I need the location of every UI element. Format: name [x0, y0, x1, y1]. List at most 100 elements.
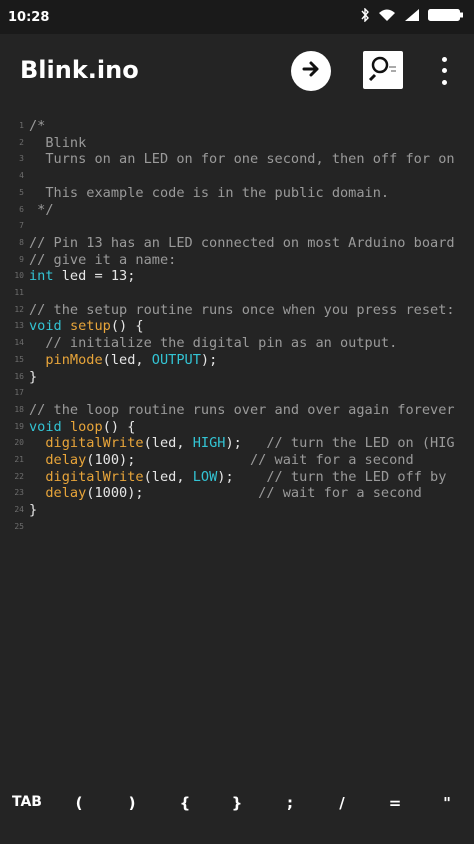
- wifi-icon: [378, 8, 396, 26]
- code-token: delay: [45, 485, 87, 502]
- code-token: setup: [69, 318, 111, 335]
- code-text: Blink: [29, 135, 86, 152]
- code-token: int: [29, 268, 54, 285]
- code-text: void setup() {: [29, 318, 144, 335]
- code-line: 24}: [0, 502, 474, 519]
- code-text: }: [29, 369, 37, 386]
- code-line: 11: [0, 285, 474, 302]
- code-token: void: [29, 418, 62, 435]
- code-token: led = 13;: [53, 268, 136, 285]
- code-token: // wait for a second: [258, 485, 422, 502]
- code-text: /*: [29, 118, 45, 135]
- code-line: 16}: [0, 369, 474, 386]
- search-icon: [368, 55, 398, 85]
- code-line: 18 // the loop routine runs over and over…: [0, 402, 474, 419]
- code-token: Blink: [29, 134, 87, 151]
- line-number: 24: [14, 505, 24, 515]
- code-token: // turn the LED on (HIG: [266, 435, 455, 452]
- line-number: 5: [19, 187, 24, 197]
- code-text: This example code is in the public domai…: [29, 185, 389, 202]
- code-text: void loop() {: [29, 419, 135, 436]
- battery-icon: [428, 8, 464, 26]
- code-text: delay(100); // wait for a second: [29, 452, 413, 469]
- code-line: 25: [0, 519, 474, 536]
- key-close-paren[interactable]: ): [117, 794, 147, 812]
- code-line: 20 digitalWrite(led, HIGH); // turn the …: [0, 435, 474, 452]
- key-double-quote[interactable]: ": [432, 794, 462, 812]
- code-text: int led = 13;: [29, 268, 135, 285]
- line-number: 19: [14, 421, 24, 431]
- code-text: */: [29, 202, 53, 219]
- line-number: 17: [14, 388, 24, 398]
- code-text: // initialize the digital pin as an outp…: [29, 335, 397, 352]
- code-token: }: [29, 368, 38, 385]
- more-vert-icon[interactable]: [432, 54, 456, 88]
- code-editor[interactable]: 1 /* 2 Blink 3 Turns on an LED on for one s…: [0, 112, 474, 772]
- code-token: (1000);: [86, 485, 259, 502]
- code-line: 7: [0, 218, 474, 235]
- code-token: Turns on an LED on for one second, then …: [29, 151, 455, 168]
- key-open-paren[interactable]: (: [64, 794, 94, 812]
- line-number: 6: [19, 204, 24, 214]
- code-token: (led,: [102, 351, 152, 368]
- code-text: Turns on an LED on for one second, then …: [29, 151, 455, 168]
- code-token: void: [29, 318, 62, 335]
- code-token: );: [217, 468, 267, 485]
- code-line: 8 // Pin 13 has an LED connected on most …: [0, 235, 474, 252]
- code-token: /*: [29, 118, 46, 134]
- line-number: 8: [19, 237, 24, 247]
- code-token: digitalWrite: [45, 468, 144, 485]
- code-token: loop: [69, 418, 103, 435]
- code-token: (100);: [86, 452, 250, 468]
- code-line: 4: [0, 168, 474, 185]
- code-text: // give it a name:: [29, 252, 176, 269]
- code-line: 22 digitalWrite(led, LOW); // turn the L…: [0, 469, 474, 486]
- line-number: 18: [14, 404, 24, 414]
- code-token: (led,: [143, 468, 193, 485]
- code-token: This example code is in the public domai…: [29, 184, 390, 201]
- code-text: digitalWrite(led, HIGH); // turn the LED…: [29, 435, 455, 452]
- line-number: 1: [19, 121, 24, 130]
- code-token: () {: [102, 418, 136, 435]
- code-text: // the setup routine runs once when you …: [29, 302, 455, 319]
- key-close-brace[interactable]: }: [222, 794, 252, 812]
- line-number: 15: [14, 354, 24, 364]
- status-icons: [360, 7, 464, 26]
- extra-keys-bar: TAB () {}; / = ": [0, 776, 474, 836]
- code-text: // the loop routine runs over and over a…: [29, 402, 455, 419]
- code-token: );: [225, 435, 267, 452]
- code-line: 12 // the setup routine runs once when yo…: [0, 302, 474, 319]
- code-token: (led,: [143, 435, 193, 452]
- key-open-brace[interactable]: {: [170, 794, 200, 812]
- code-line: 2 Blink: [0, 135, 474, 152]
- line-number: 16: [14, 371, 24, 381]
- key-tab[interactable]: TAB: [12, 794, 46, 810]
- key-semicolon[interactable]: ;: [275, 794, 305, 812]
- line-number: 13: [14, 321, 24, 331]
- code-text: }: [29, 502, 37, 519]
- key-slash[interactable]: /: [327, 794, 357, 812]
- line-number: 4: [19, 171, 24, 181]
- status-time: 10:28: [8, 9, 50, 25]
- code-line: 5 This example code is in the public dom…: [0, 185, 474, 202]
- code-token: LOW: [192, 468, 218, 485]
- run-button[interactable]: [291, 51, 331, 91]
- search-button[interactable]: [363, 51, 403, 89]
- app-bar: Blink.ino: [0, 34, 474, 108]
- code-token: // Pin 13 has an LED connected on most A…: [29, 234, 455, 251]
- code-token: // give it a name:: [29, 251, 177, 268]
- code-token: // turn the LED off by: [266, 468, 447, 485]
- line-number: 23: [14, 488, 24, 498]
- code-line: 15 pinMode(led, OUTPUT);: [0, 352, 474, 369]
- code-line: 3 Turns on an LED on for one second, the…: [0, 151, 474, 168]
- code-token: );: [200, 351, 218, 368]
- code-text: // Pin 13 has an LED connected on most A…: [29, 235, 455, 252]
- line-number: 12: [14, 304, 24, 314]
- code-text: pinMode(led, OUTPUT);: [29, 352, 217, 369]
- code-token: () {: [110, 318, 144, 335]
- key-equals[interactable]: =: [380, 794, 410, 812]
